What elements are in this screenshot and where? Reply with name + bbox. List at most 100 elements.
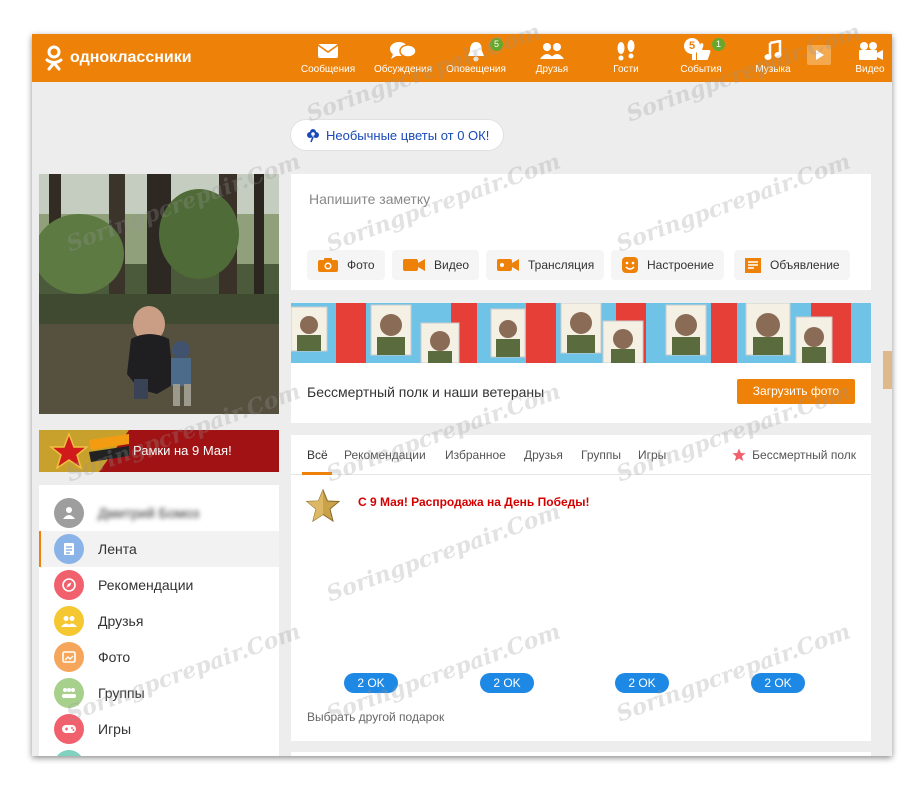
menu-label: Друзья bbox=[98, 613, 143, 629]
note-announcement-label: Объявление bbox=[770, 258, 840, 272]
nav-discussions[interactable]: Обсуждения bbox=[372, 38, 434, 75]
gift-price-button[interactable]: 2 OK bbox=[344, 673, 398, 693]
menu-label: Фото bbox=[98, 649, 130, 665]
promo-pill[interactable]: Необычные цветы от 0 ОК! bbox=[291, 120, 503, 150]
tab-favorites[interactable]: Избранное bbox=[445, 448, 506, 462]
gift-price-button[interactable]: 2 OK bbox=[480, 673, 534, 693]
music-note-icon bbox=[764, 40, 782, 62]
tab-all[interactable]: Всё bbox=[307, 448, 328, 462]
events-new-badge: 1 bbox=[712, 38, 725, 51]
nav-video[interactable]: Видео bbox=[852, 38, 888, 75]
nav-guests[interactable]: Гости bbox=[604, 38, 648, 75]
scrollbar-thumb[interactable] bbox=[883, 351, 892, 389]
banner-text: Рамки на 9 Мая! bbox=[133, 443, 232, 458]
gift-price-button[interactable]: 2 OK bbox=[615, 673, 669, 693]
immortal-regiment-banner-image bbox=[291, 303, 871, 363]
menu-item-groups[interactable]: Группы bbox=[39, 675, 279, 711]
tab-groups[interactable]: Группы bbox=[581, 448, 621, 462]
profile-photo[interactable] bbox=[39, 174, 279, 414]
note-mood-button[interactable]: Настроение bbox=[611, 250, 724, 280]
choose-other-gift-link[interactable]: Выбрать другой подарок bbox=[307, 710, 444, 724]
nav-label: События bbox=[672, 64, 730, 75]
announcement-icon bbox=[744, 256, 762, 274]
more-icon bbox=[54, 750, 84, 756]
note-video-button[interactable]: Видео bbox=[392, 250, 479, 280]
note-input[interactable]: Напишите заметку bbox=[309, 191, 430, 207]
promo-text: Необычные цветы от 0 ОК! bbox=[326, 128, 489, 143]
flower-icon bbox=[305, 127, 321, 143]
friends-icon bbox=[54, 606, 84, 636]
menu-item-recommendations[interactable]: Рекомендации bbox=[39, 567, 279, 603]
menu-item-friends[interactable]: Друзья bbox=[39, 603, 279, 639]
photo-icon bbox=[54, 642, 84, 672]
sale-title: С 9 Мая! Распродажа на День Победы! bbox=[358, 495, 590, 509]
friends-icon bbox=[538, 41, 566, 61]
nav-label: Музыка bbox=[748, 64, 798, 75]
site-logo[interactable]: одноклассники bbox=[44, 45, 192, 71]
bell-icon bbox=[466, 40, 486, 62]
menu-label: Игры bbox=[98, 721, 131, 737]
events-count-badge: 5 bbox=[684, 38, 700, 54]
note-composer-card: Напишите заметку Фото Видео Трансляция Н… bbox=[291, 174, 871, 290]
top-navigation-bar: одноклассники Сообщения Обсуждения Опове… bbox=[32, 34, 892, 82]
feed-card: Всё Рекомендации Избранное Друзья Группы… bbox=[291, 435, 871, 741]
browser-frame: одноклассники Сообщения Обсуждения Опове… bbox=[32, 34, 892, 756]
menu-item-games[interactable]: Игры bbox=[39, 711, 279, 747]
nav-label: Обсуждения bbox=[372, 64, 434, 75]
nav-friends[interactable]: Друзья bbox=[528, 38, 576, 75]
nav-label: Видео bbox=[852, 64, 888, 75]
menu-item-feed[interactable]: Лента bbox=[39, 531, 279, 567]
user-icon bbox=[54, 498, 84, 528]
victory-star-icon bbox=[39, 430, 129, 472]
note-photo-button[interactable]: Фото bbox=[307, 250, 385, 280]
immortal-regiment-card: Бессмертный полк и наши ветераны Загрузи… bbox=[291, 303, 871, 423]
menu-label: Рекомендации bbox=[98, 577, 193, 593]
profile-name: Дмитрий Бомоз bbox=[98, 505, 199, 521]
gamepad-icon bbox=[54, 714, 84, 744]
feed-tabs: Всё Рекомендации Избранное Друзья Группы… bbox=[291, 435, 871, 475]
nav-video-play[interactable] bbox=[804, 44, 834, 69]
immortal-regiment-text: Бессмертный полк и наши ветераны bbox=[307, 384, 544, 400]
tab-friends[interactable]: Друзья bbox=[524, 448, 563, 462]
nav-label: Гости bbox=[604, 64, 648, 75]
profile-photo-image bbox=[39, 174, 279, 414]
frames-may9-banner[interactable]: Рамки на 9 Мая! bbox=[39, 430, 279, 472]
nav-label: Сообщения bbox=[300, 64, 356, 75]
note-broadcast-label: Трансляция bbox=[528, 258, 594, 272]
groups-icon bbox=[54, 678, 84, 708]
video-play-icon bbox=[806, 44, 832, 66]
camera-icon bbox=[317, 257, 339, 273]
camera-icon bbox=[856, 40, 884, 62]
tab-immortal-regiment[interactable]: Бессмертный полк bbox=[732, 448, 856, 462]
nav-messages[interactable]: Сообщения bbox=[300, 38, 356, 75]
nav-events[interactable]: События 5 1 bbox=[672, 38, 730, 75]
tab-games[interactable]: Игры bbox=[638, 448, 666, 462]
ok-logo-icon bbox=[44, 45, 64, 71]
note-photo-label: Фото bbox=[347, 258, 375, 272]
chat-bubbles-icon bbox=[389, 41, 417, 61]
nav-music[interactable]: Музыка bbox=[748, 38, 798, 75]
broadcast-icon bbox=[496, 257, 520, 273]
gift-price-button[interactable]: 2 OK bbox=[751, 673, 805, 693]
note-mood-label: Настроение bbox=[647, 258, 714, 272]
envelope-icon bbox=[317, 43, 339, 59]
left-menu: Дмитрий Бомоз Лента Рекомендации Друзья … bbox=[39, 485, 279, 756]
tab-immortal-label: Бессмертный полк bbox=[752, 448, 856, 462]
nav-label: Оповещения bbox=[444, 64, 508, 75]
nav-notifications[interactable]: Оповещения 5 bbox=[444, 38, 508, 75]
feed-icon bbox=[54, 534, 84, 564]
upload-photo-button[interactable]: Загрузить фото bbox=[737, 379, 855, 404]
menu-item-photo[interactable]: Фото bbox=[39, 639, 279, 675]
tab-recommendations[interactable]: Рекомендации bbox=[344, 448, 426, 462]
menu-item-more[interactable] bbox=[39, 747, 279, 756]
nav-label: Друзья bbox=[528, 64, 576, 75]
menu-item-profile[interactable]: Дмитрий Бомоз bbox=[39, 495, 279, 531]
star-icon bbox=[732, 448, 746, 462]
notification-count-badge: 5 bbox=[490, 38, 503, 51]
footprints-icon bbox=[614, 40, 638, 62]
note-announcement-button[interactable]: Объявление bbox=[734, 250, 850, 280]
video-camera-icon bbox=[402, 257, 426, 273]
smile-icon bbox=[621, 256, 639, 274]
note-broadcast-button[interactable]: Трансляция bbox=[486, 250, 604, 280]
compass-icon bbox=[54, 570, 84, 600]
